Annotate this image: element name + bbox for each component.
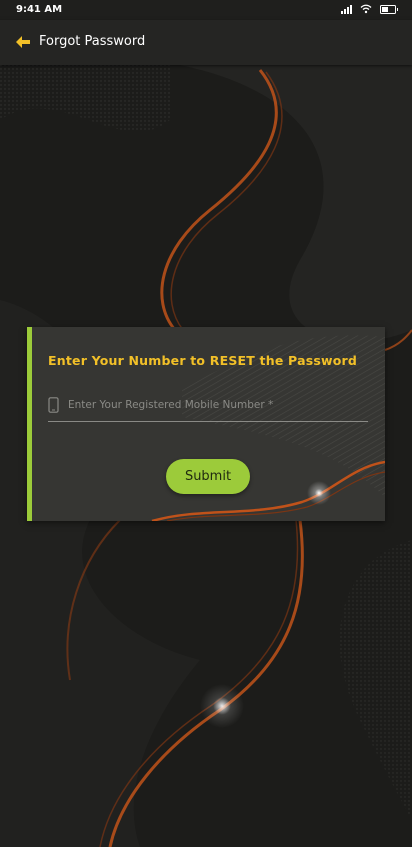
signal-icon — [341, 4, 352, 14]
submit-button[interactable]: Submit — [166, 459, 250, 494]
phone-icon — [48, 397, 59, 413]
arrow-left-icon — [16, 36, 30, 48]
wifi-icon — [360, 4, 372, 14]
status-icons — [341, 4, 398, 14]
input-underline — [48, 421, 368, 422]
app-bar: Forgot Password — [0, 20, 412, 65]
reset-password-card: Enter Your Number to RESET the Password … — [27, 327, 385, 521]
back-button[interactable] — [12, 31, 34, 53]
page-title: Forgot Password — [39, 34, 146, 49]
status-bar: 9:41 AM — [0, 0, 412, 20]
card-title: Enter Your Number to RESET the Password — [48, 353, 358, 368]
mobile-number-input[interactable] — [68, 395, 368, 415]
status-time: 9:41 AM — [16, 4, 63, 15]
battery-icon — [380, 4, 398, 14]
